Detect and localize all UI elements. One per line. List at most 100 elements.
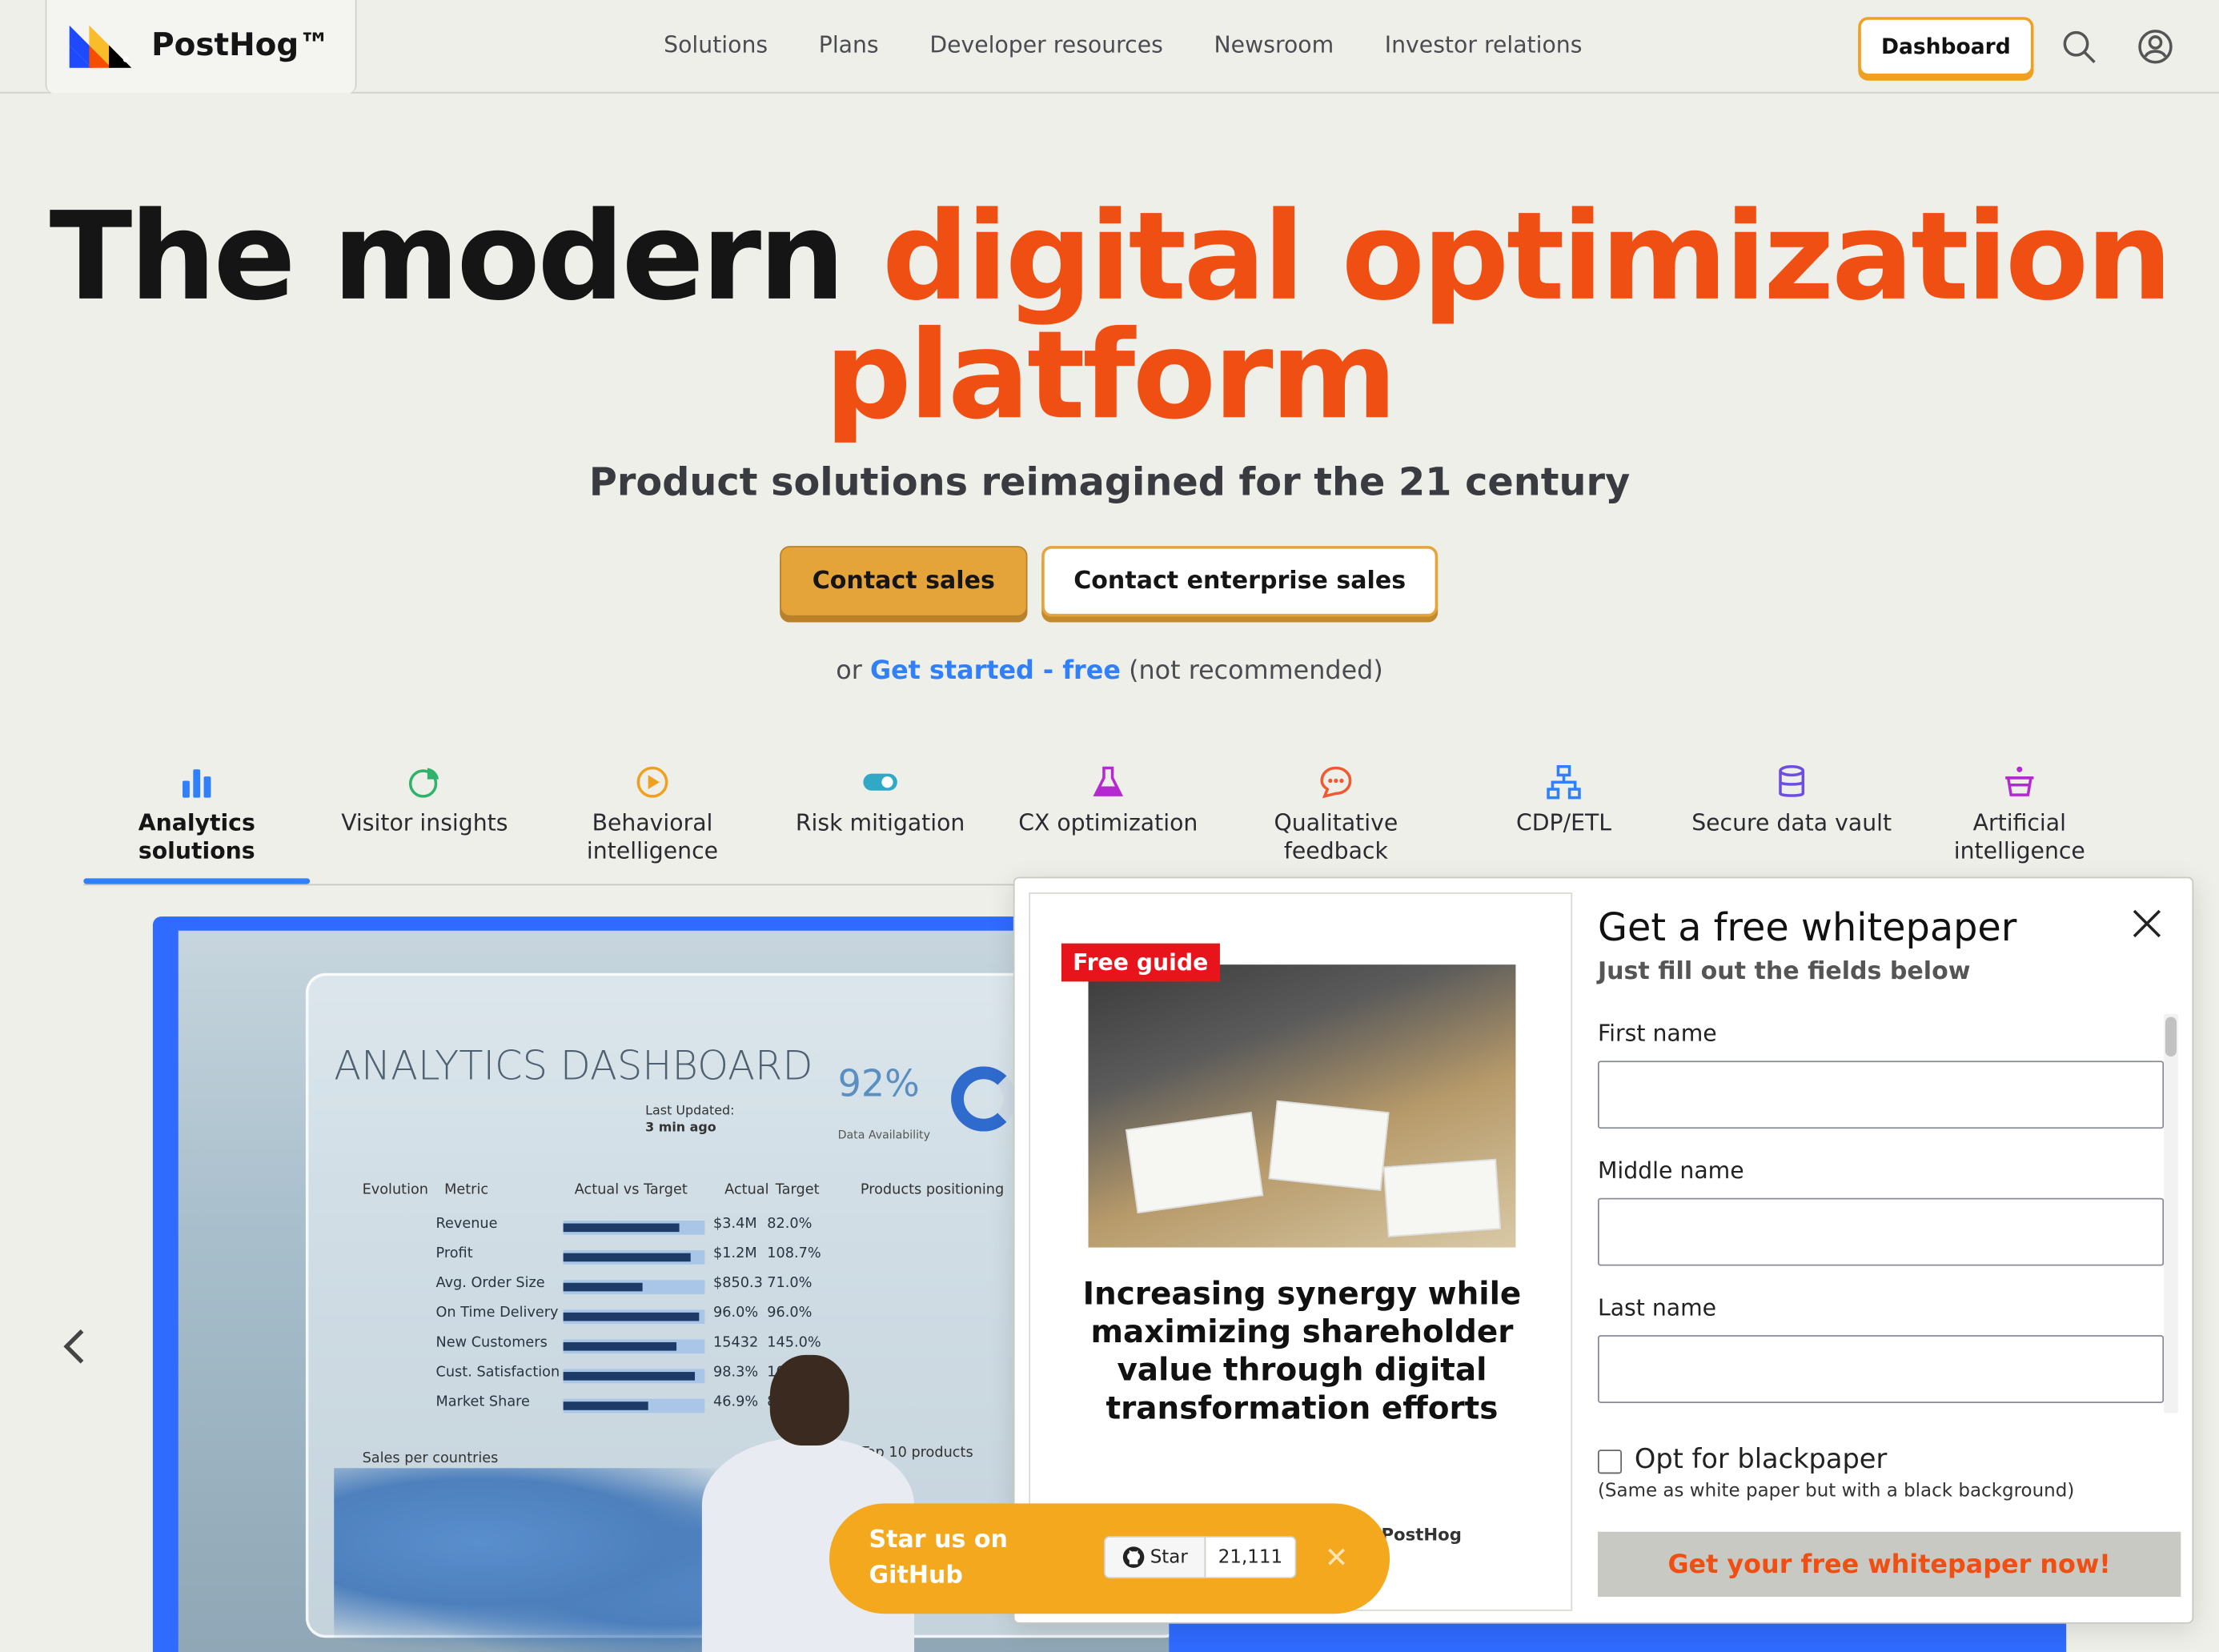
table-row: Revenue $3.4M 82.0% bbox=[363, 1213, 829, 1241]
metric-target: 96.0% bbox=[767, 1305, 813, 1321]
nav-investor-relations[interactable]: Investor relations bbox=[1385, 31, 1583, 58]
nav-newsroom[interactable]: Newsroom bbox=[1214, 31, 1334, 58]
metric-bar bbox=[563, 1309, 705, 1325]
database-icon bbox=[1779, 765, 1805, 797]
first-name-label: First name bbox=[1597, 1020, 1717, 1047]
close-github-banner-icon[interactable]: ✕ bbox=[1325, 1540, 1349, 1574]
hero-title-accent-2: platform bbox=[825, 305, 1397, 447]
metric-bar bbox=[563, 1369, 705, 1384]
tab-artificial-intelligence[interactable]: Artificial intelligence bbox=[1906, 764, 2133, 865]
nav-plans[interactable]: Plans bbox=[819, 31, 879, 58]
tab-secure-data-vault[interactable]: Secure data vault bbox=[1679, 764, 1905, 837]
dashboard-title: ANALYTICS DASHBOARD bbox=[334, 1042, 813, 1089]
metric-name: Market Share bbox=[435, 1394, 530, 1410]
form-scrollbar-thumb[interactable] bbox=[2165, 1016, 2177, 1057]
last-updated: Last Updated: 3 min ago bbox=[645, 1105, 735, 1136]
pie-chart-icon bbox=[408, 768, 439, 798]
table-row: Profit $1.2M 108.7% bbox=[363, 1243, 829, 1271]
tab-analytics-solutions[interactable]: Analytics solutions bbox=[83, 764, 311, 884]
metric-actual: $3.4M bbox=[713, 1216, 757, 1233]
get-started-free-link[interactable]: Get started - free bbox=[870, 656, 1121, 686]
guide-photo bbox=[1088, 964, 1516, 1248]
blackpaper-checkbox[interactable] bbox=[1597, 1450, 1623, 1474]
tab-label: Behavioral intelligence bbox=[586, 808, 719, 864]
github-star-button[interactable]: Star bbox=[1103, 1536, 1206, 1579]
free-guide-badge: Free guide bbox=[1061, 943, 1220, 982]
metric-actual: 15432 bbox=[713, 1335, 759, 1351]
tab-label: CX optimization bbox=[1018, 808, 1198, 836]
active-tab-indicator bbox=[83, 878, 311, 884]
contact-sales-button[interactable]: Contact sales bbox=[780, 546, 1028, 617]
col-actual: Actual bbox=[724, 1182, 769, 1198]
brand-name: PostHog™ bbox=[151, 28, 331, 64]
blackpaper-label: Opt for blackpaper bbox=[1634, 1444, 1888, 1476]
tab-visitor-insights[interactable]: Visitor insights bbox=[311, 764, 538, 837]
blackpaper-note: (Same as white paper but with a black ba… bbox=[1597, 1481, 2075, 1502]
hero-subtitle: Product solutions reimagined for the 21 … bbox=[588, 461, 1631, 505]
tab-behavioral-intelligence[interactable]: Behavioral intelligence bbox=[540, 764, 766, 865]
replay-icon bbox=[636, 766, 668, 798]
tab-risk-mitigation[interactable]: Risk mitigation bbox=[767, 764, 993, 837]
page: PostHog™ Solutions Plans Developer resou… bbox=[0, 0, 2219, 1652]
first-name-field[interactable] bbox=[1597, 1061, 2165, 1129]
metric-name: New Customers bbox=[435, 1335, 548, 1351]
tab-cdp-etl[interactable]: CDP/ETL bbox=[1451, 764, 1677, 837]
metric-target: 145.0% bbox=[767, 1335, 821, 1351]
user-account-icon[interactable] bbox=[2137, 28, 2174, 65]
hero-title: The modern digital optimization platform bbox=[0, 197, 2219, 437]
metric-name: Avg. Order Size bbox=[435, 1275, 545, 1292]
nav-solutions[interactable]: Solutions bbox=[664, 31, 768, 58]
search-icon[interactable] bbox=[2060, 28, 2097, 65]
logo-tab[interactable]: PostHog™ bbox=[45, 0, 357, 94]
or-text: or bbox=[836, 656, 862, 687]
last-name-label: Last name bbox=[1597, 1293, 1717, 1321]
table-row: On Time Delivery 96.0% 96.0% bbox=[363, 1302, 829, 1330]
col-products-positioning: Products positioning bbox=[860, 1182, 1005, 1198]
tab-qualitative-feedback[interactable]: Qualitative feedback bbox=[1222, 764, 1449, 865]
carousel-prev-icon[interactable] bbox=[59, 1327, 87, 1366]
flask-icon bbox=[1093, 766, 1124, 796]
github-star-count[interactable]: 21,111 bbox=[1206, 1536, 1297, 1579]
availability-label: Data Availability bbox=[837, 1129, 930, 1142]
dashboard-button[interactable]: Dashboard bbox=[1858, 17, 2034, 77]
nav-developer-resources[interactable]: Developer resources bbox=[929, 31, 1163, 58]
github-star-label: Star bbox=[1150, 1546, 1188, 1568]
metric-actual: $850.3 bbox=[713, 1275, 763, 1292]
form-scrollbar[interactable] bbox=[2164, 1014, 2178, 1413]
col-actual-vs-target: Actual vs Target bbox=[574, 1182, 688, 1198]
middle-name-label: Middle name bbox=[1597, 1157, 1744, 1185]
toggle-icon bbox=[863, 773, 897, 791]
guide-title: Increasing synergy while maximizing shar… bbox=[1082, 1277, 1522, 1428]
table-row: Avg. Order Size $850.3 71.0% bbox=[363, 1273, 829, 1301]
contact-enterprise-sales-button[interactable]: Contact enterprise sales bbox=[1041, 546, 1439, 617]
close-icon[interactable] bbox=[2130, 907, 2164, 940]
tab-label: Qualitative feedback bbox=[1274, 808, 1398, 864]
ai-hat-icon bbox=[2005, 766, 2034, 796]
tab-label: Visitor insights bbox=[341, 808, 508, 836]
metric-bar bbox=[563, 1280, 705, 1294]
metric-bar bbox=[563, 1339, 705, 1354]
get-whitepaper-button[interactable]: Get your free whitepaper now! bbox=[1597, 1531, 2181, 1598]
metric-name: On Time Delivery bbox=[435, 1305, 559, 1321]
tab-cx-optimization[interactable]: CX optimization bbox=[995, 764, 1222, 837]
availability-donut bbox=[951, 1066, 1017, 1132]
tab-label: Analytics solutions bbox=[138, 808, 255, 864]
metric-name: Cust. Satisfaction bbox=[435, 1365, 560, 1381]
not-recommended-text: (not recommended) bbox=[1129, 656, 1383, 687]
metric-bar bbox=[563, 1398, 705, 1413]
metric-actual: 96.0% bbox=[713, 1305, 759, 1321]
col-target: Target bbox=[775, 1182, 820, 1198]
metric-target: 108.7% bbox=[767, 1245, 821, 1262]
tab-label: Risk mitigation bbox=[795, 808, 965, 836]
metric-bar bbox=[563, 1221, 705, 1235]
middle-name-field[interactable] bbox=[1597, 1197, 2165, 1266]
last-name-field[interactable] bbox=[1597, 1335, 2165, 1403]
metric-actual: $1.2M bbox=[713, 1245, 757, 1262]
github-star-text: Star us on GitHub bbox=[869, 1526, 1008, 1590]
col-evolution: Evolution bbox=[362, 1182, 429, 1198]
metric-bar bbox=[563, 1250, 705, 1265]
metric-name: Profit bbox=[435, 1245, 473, 1262]
sales-per-countries: Sales per countries bbox=[362, 1451, 499, 1467]
hero-title-dark: The modern bbox=[49, 186, 845, 328]
popup-heading: Get a free whitepaper bbox=[1597, 906, 2017, 951]
